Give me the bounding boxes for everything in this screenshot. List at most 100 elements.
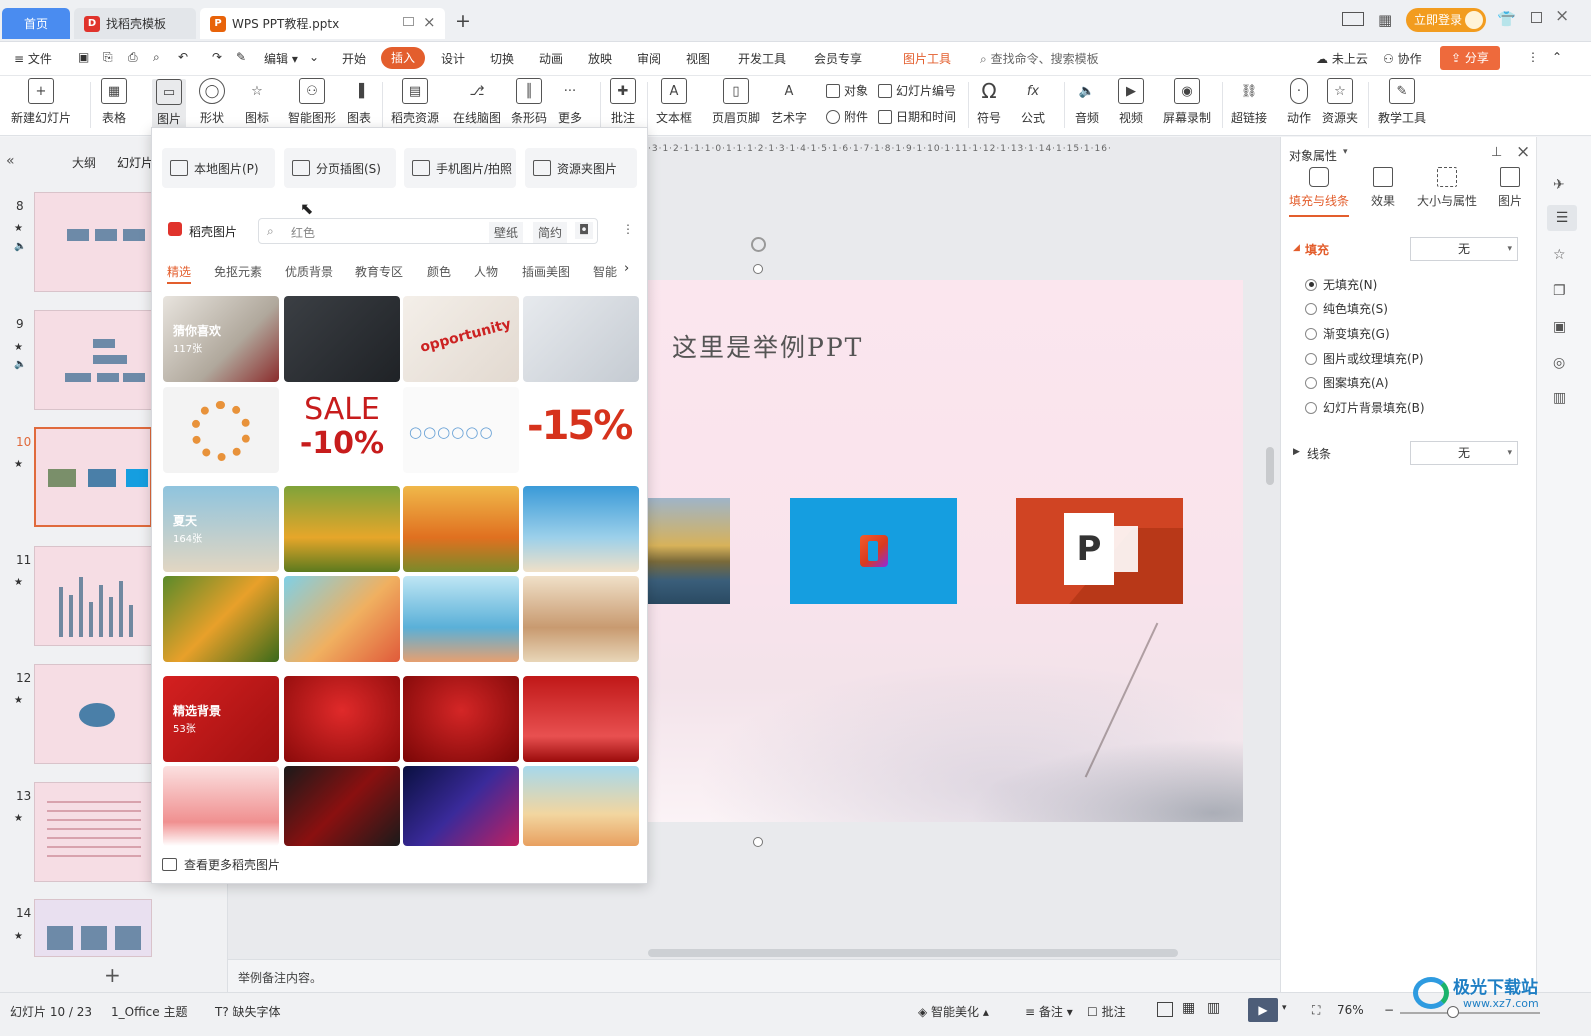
menu-member[interactable]: 会员专享 [814, 50, 862, 67]
rocket-icon[interactable]: ✈ [1553, 177, 1565, 193]
picture-tile[interactable]: -15% [523, 387, 639, 473]
picture-tile[interactable]: 猜你喜欢 117张 [163, 296, 279, 382]
zoom-value[interactable]: 76% [1337, 1003, 1364, 1017]
tab-picture[interactable]: 图片 [1498, 167, 1522, 209]
play-button[interactable]: ▶ [1248, 998, 1278, 1022]
attachment-button[interactable]: 附件 [826, 108, 868, 125]
pin-star-icon[interactable]: ☆ [1553, 247, 1566, 263]
picture-tile[interactable]: 精选背景 53张 [163, 676, 279, 762]
cloud-status[interactable]: ☁ 未上云 [1316, 50, 1368, 67]
picture-tile[interactable] [523, 576, 639, 662]
slide-thumb-11[interactable] [34, 546, 152, 646]
formula-button[interactable]: fx 公式 [1020, 78, 1046, 126]
properties-icon[interactable]: ☰ [1547, 205, 1577, 231]
smart-beautify-button[interactable]: ◈ 智能美化 ▴ [918, 1003, 989, 1020]
new-slide-button[interactable]: + 新建幻灯片 [11, 78, 71, 126]
office-logo-image[interactable] [790, 498, 957, 604]
new-tab-icon[interactable]: + [455, 10, 471, 32]
picture-tile[interactable] [523, 676, 639, 762]
picture-tile[interactable] [163, 766, 279, 846]
menu-developer[interactable]: 开发工具 [738, 50, 786, 67]
minimize-icon[interactable]: — [1501, 8, 1515, 24]
slide-thumb-13[interactable] [34, 782, 152, 882]
wordart-button[interactable]: A 艺术字 [771, 78, 807, 126]
menu-transition[interactable]: 切换 [490, 50, 514, 67]
layout-icon[interactable] [1342, 12, 1364, 26]
shape-button[interactable]: ◯ 形状 [199, 78, 225, 126]
textbox-button[interactable]: A 文本框 [656, 78, 692, 126]
symbol-button[interactable]: Ω 符号 [976, 78, 1002, 126]
tab-home[interactable]: 首页 [2, 8, 70, 39]
barcode-button[interactable]: ║ 条形码 [511, 78, 547, 126]
menu-animation[interactable]: 动画 [539, 50, 563, 67]
picture-tile[interactable] [284, 766, 400, 846]
tab-template[interactable]: D 找稻壳模板 [74, 8, 196, 39]
file-menu[interactable]: ≡ 文件 [14, 50, 52, 67]
tab-fill-line[interactable]: 填充与线条 [1289, 167, 1349, 209]
radio-gradient-fill[interactable]: 渐变填充(G) [1305, 325, 1390, 342]
notes-area[interactable]: 举例备注内容。 [228, 959, 1280, 992]
fill-dropdown[interactable]: 无 ▾ [1410, 237, 1518, 261]
edit-menu[interactable]: 编辑 ▾ [264, 50, 298, 67]
radio-pattern-fill[interactable]: 图案填充(A) [1305, 374, 1389, 391]
slide-thumb-9[interactable] [34, 310, 152, 410]
collab-button[interactable]: ⚇ 协作 [1383, 50, 1422, 67]
location-icon[interactable]: ◎ [1553, 355, 1565, 371]
maximize-icon[interactable] [1531, 12, 1542, 23]
mindmap-button[interactable]: ⎇ 在线脑图 [453, 78, 501, 126]
close-panel-icon[interactable]: × [1516, 142, 1530, 162]
grid-view-icon[interactable]: ▦ [1182, 1000, 1195, 1016]
picture-tile[interactable]: opportunity [403, 296, 519, 382]
tab-size[interactable]: 大小与属性 [1417, 167, 1477, 209]
more-button[interactable]: ··· 更多 [557, 78, 583, 126]
slide-title[interactable]: 这里是举例PPT [672, 328, 863, 364]
book-icon[interactable]: ▥ [1553, 390, 1566, 406]
radio-picture-fill[interactable]: 图片或纹理填充(P) [1305, 350, 1424, 367]
close-window-icon[interactable]: × [1555, 6, 1569, 26]
format-painter-icon[interactable]: ✎ [236, 50, 246, 64]
play-dropdown-icon[interactable]: ▾ [1282, 1003, 1287, 1013]
audio-button[interactable]: 🔈 音频 [1074, 78, 1100, 126]
export-icon[interactable]: ⎘ [103, 50, 113, 65]
powerpoint-logo-image[interactable]: P [1016, 498, 1183, 604]
picture-tile[interactable] [284, 576, 400, 662]
reading-view-icon[interactable]: ▥ [1207, 1000, 1220, 1016]
menu-design[interactable]: 设计 [441, 50, 465, 67]
picture-tile[interactable] [284, 296, 400, 382]
normal-view-icon[interactable] [1157, 1002, 1173, 1017]
more-menu-icon[interactable]: ⌄ [309, 50, 319, 64]
share-button[interactable]: ⇪ 分享 [1440, 46, 1500, 70]
picture-tile[interactable] [523, 766, 639, 846]
fit-window-icon[interactable]: ⛶ [1312, 1003, 1320, 1018]
outline-tab[interactable]: 大纲 [72, 154, 96, 171]
picture-tile[interactable] [523, 296, 639, 382]
panel-title-dropdown-icon[interactable]: ▾ [1343, 147, 1348, 157]
picture-tile[interactable] [403, 486, 519, 572]
picture-tile[interactable] [403, 576, 519, 662]
picture-tile[interactable]: 夏天 164张 [163, 486, 279, 572]
radio-background-fill[interactable]: 幻灯片背景填充(B) [1305, 399, 1425, 416]
rotate-handle[interactable] [751, 237, 766, 252]
slide-thumb-12[interactable] [34, 664, 152, 764]
monitor-icon[interactable] [403, 17, 414, 26]
slide-thumb-8[interactable] [34, 192, 152, 292]
smartart-button[interactable]: ⚇ 智能图形 [288, 78, 336, 126]
grid-icon[interactable]: ▦ [1378, 11, 1392, 29]
picture-tile[interactable] [523, 486, 639, 572]
slide-layout-icon[interactable]: ❐ [1553, 283, 1566, 299]
menu-picture-tools[interactable]: 图片工具 [903, 50, 951, 67]
radio-no-fill[interactable]: 无填充(N) [1305, 276, 1377, 293]
undo-icon[interactable]: ↶ [178, 50, 188, 64]
vertical-scrollbar[interactable] [1266, 447, 1274, 485]
selection-handle[interactable] [753, 837, 763, 847]
horizontal-scrollbar[interactable] [648, 949, 1178, 957]
media-icon[interactable]: ▣ [1553, 319, 1566, 335]
action-button[interactable]: · 动作 [1287, 78, 1311, 126]
more-options-icon[interactable]: ⋮ [1527, 50, 1539, 64]
picture-button[interactable]: ▭ 图片 [152, 79, 186, 129]
picture-tile[interactable] [403, 676, 519, 762]
view-more-link[interactable]: 查看更多稻壳图片 [162, 856, 280, 873]
picture-tile[interactable] [284, 676, 400, 762]
table-button[interactable]: ▦ 表格 [101, 78, 127, 126]
pin-icon[interactable]: ⊥ [1491, 145, 1502, 160]
